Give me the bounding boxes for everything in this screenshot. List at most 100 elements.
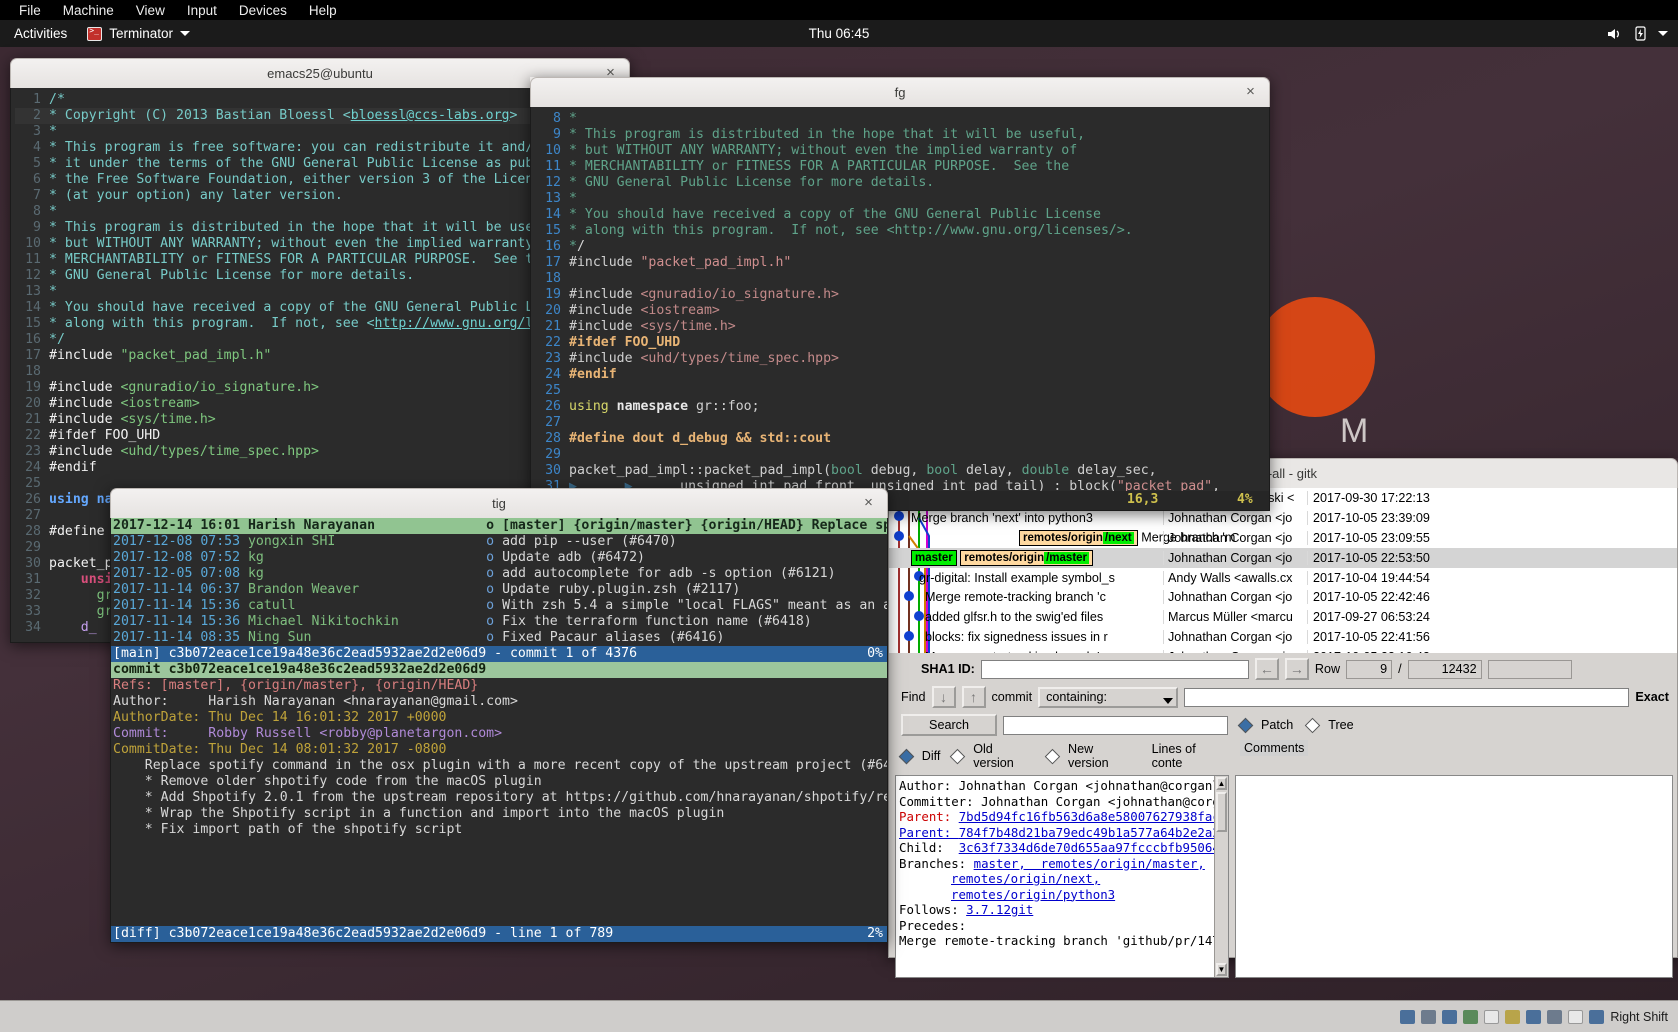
keyboard-icon[interactable]: [1589, 1009, 1605, 1024]
virtualbox-vm-screen: File Machine View Input Devices Help Act…: [0, 0, 1678, 1032]
tig-commit-row[interactable]: 2017-11-14 15:36 Michael Nikitochkin o F…: [111, 614, 887, 630]
gitk-detail-panes: Author: Johnathan Corgan <johnathan@corg…: [889, 773, 1677, 978]
fg-buffer[interactable]: 8 * 9 * This program is distributed in the …: [530, 107, 1270, 511]
next-commit-button[interactable]: →: [1284, 658, 1309, 680]
menu-devices[interactable]: Devices: [228, 3, 298, 18]
fg-titlebar[interactable]: fg ×: [530, 77, 1270, 107]
find-input[interactable]: [1184, 687, 1630, 707]
display-icon[interactable]: [1526, 1009, 1542, 1024]
system-menu-caret-icon[interactable]: [1658, 31, 1668, 36]
tig-commit-detail: Refs: [master], {origin/master}, {origin…: [111, 678, 887, 838]
gitk-commit-row[interactable]: remotes/origin/next Merge branch 'm Johna…: [889, 528, 1677, 548]
network-icon[interactable]: [1463, 1009, 1479, 1024]
code-line: 26 using namespace gr::foo;: [545, 399, 760, 414]
diff-pane-scrollbar[interactable]: ▲ ▼: [1214, 776, 1228, 977]
diff-radio-label[interactable]: Diff: [922, 749, 941, 763]
prev-commit-button[interactable]: ←: [1254, 658, 1279, 680]
gitk-commit-date: 2017-10-05 22:41:56: [1307, 630, 1467, 645]
gitk-window[interactable]: o: --all - gitk < 2017-09-30 17:22:13 Me…: [888, 458, 1678, 978]
tig-detail-line: Refs: [master], {origin/master}, {origin…: [113, 678, 479, 693]
patch-radio-icon[interactable]: [1237, 717, 1254, 733]
tig-main-status-text: [main] c3b072eace1ce19a48e36c2ead5932ae2…: [113, 646, 638, 661]
tig-commit-row[interactable]: 2017-12-08 07:53 yongxin SHI o add pip -…: [111, 534, 887, 550]
search-button[interactable]: Search: [901, 714, 997, 736]
gitk-commit-author: Andy Walls <awalls.cx: [1163, 570, 1300, 585]
fg-window[interactable]: fg × 8 * 9 * This program is distributed in…: [530, 77, 1270, 511]
tig-commit-row[interactable]: 2017-11-14 15:36 catull o With zsh 5.4 a…: [111, 598, 887, 614]
tig-commit-list[interactable]: 2017-12-14 16:01 Harish Narayanan o [mas…: [111, 518, 887, 646]
arrow-up-icon[interactable]: ↑: [961, 686, 986, 708]
mouse-icon[interactable]: [1568, 1009, 1584, 1024]
gitk-commit-message: Merge branch 'next' into python3: [911, 510, 1093, 525]
battery-icon[interactable]: [1635, 26, 1646, 41]
host-key-label: Right Shift: [1610, 1009, 1668, 1024]
menu-input[interactable]: Input: [176, 3, 228, 18]
gitk-comments-pane[interactable]: [1235, 775, 1673, 978]
tig-detail-line: Author: Harish Narayanan <hnarayanan@gma…: [113, 694, 518, 709]
old-version-radio-icon[interactable]: [950, 748, 966, 764]
close-icon[interactable]: ×: [1242, 84, 1259, 101]
tig-commit-row[interactable]: 2017-11-14 08:35 Ning Sun o Fixed Pacaur…: [111, 630, 887, 646]
gitk-commit-row[interactable]: gr-digital: Install example symbol_s Andy…: [889, 568, 1677, 588]
scroll-up-icon[interactable]: ▲: [1216, 777, 1227, 790]
gitk-view-mode-row: Patch Tree: [1234, 711, 1360, 739]
gitk-detail-line: Merge remote-tracking branch 'github/pr/…: [899, 933, 1228, 948]
code-line: 30 packet_pad_impl::packet_pad_impl(bool …: [545, 463, 1157, 478]
gitk-commit-author: Marcus Müller <marcu: [1163, 610, 1300, 625]
tree-radio-icon[interactable]: [1304, 717, 1321, 733]
find-mode-combo[interactable]: containing:: [1038, 686, 1179, 708]
diff-radio-icon[interactable]: [898, 748, 915, 764]
gitk-commit-row[interactable]: added glfsr.h to the swig'ed files Marcus…: [889, 607, 1677, 627]
gitk-commit-message: gr-digital: Install example symbol_s: [919, 570, 1115, 585]
app-menu-terminator[interactable]: Terminator: [79, 26, 198, 41]
code-line: 15 * along with this program. If not, see…: [545, 223, 1133, 238]
tig-commit-row[interactable]: 2017-12-05 07:08 kg o add autocomplete f…: [111, 566, 887, 582]
usb-icon[interactable]: [1484, 1009, 1500, 1024]
scroll-down-icon[interactable]: ▼: [1216, 963, 1227, 976]
patch-radio-label[interactable]: Patch: [1261, 718, 1293, 732]
gitk-detail-line: Child: 3c63f7334d6de70d655aa97fcccbfb950…: [899, 840, 1229, 855]
tree-radio-label[interactable]: Tree: [1328, 718, 1353, 732]
close-icon[interactable]: ×: [860, 495, 877, 512]
gitk-commit-list[interactable]: [grc] additional fixes from merging boke…: [889, 488, 1677, 653]
menu-file[interactable]: File: [8, 3, 52, 18]
sha1-input[interactable]: [980, 659, 1249, 679]
new-version-radio-icon[interactable]: [1044, 748, 1061, 764]
arrow-down-icon[interactable]: ↓: [931, 686, 956, 708]
gitk-comments-tab[interactable]: Comments: [1234, 739, 1309, 773]
scrollbar-thumb[interactable]: [1216, 792, 1227, 832]
menu-machine[interactable]: Machine: [52, 3, 125, 18]
code-line: 12 * GNU General Public License for more …: [545, 175, 935, 190]
gitk-commit-date: 2017-10-05 22:53:50: [1307, 550, 1467, 565]
tig-detail-line: * Fix import path of the shpotify script: [113, 822, 463, 837]
tig-commit-row[interactable]: 2017-12-08 07:52 kg o Update adb (#6472): [111, 550, 887, 566]
floppy-icon[interactable]: [1442, 1009, 1458, 1024]
cd-icon[interactable]: [1421, 1009, 1437, 1024]
hdd-icon[interactable]: [1400, 1009, 1416, 1024]
gitk-commit-row[interactable]: Merge remote-tracking branch 'c Johnathan…: [889, 647, 1677, 653]
recording-icon[interactable]: [1547, 1009, 1563, 1024]
tig-titlebar[interactable]: tig ×: [110, 488, 888, 518]
gitk-commit-row[interactable]: Merge remote-tracking branch 'c Johnathan…: [889, 587, 1677, 607]
code-line: 9 * This program is distributed in the ho…: [553, 127, 1086, 142]
exact-label[interactable]: Exact: [1635, 690, 1671, 704]
activities-button[interactable]: Activities: [0, 26, 79, 41]
tig-commit-row[interactable]: 2017-12-14 16:01 Harish Narayanan o [mas…: [111, 518, 887, 534]
menu-view[interactable]: View: [125, 3, 176, 18]
old-version-label[interactable]: Old version: [973, 742, 1035, 770]
clock[interactable]: Thu 06:45: [0, 26, 1678, 41]
shared-folder-icon[interactable]: [1505, 1009, 1521, 1024]
tig-buffer[interactable]: 2017-12-14 16:01 Harish Narayanan o [mas…: [110, 518, 888, 943]
new-version-label[interactable]: New version: [1068, 742, 1136, 770]
gitk-commit-date: 2017-10-05 23:09:55: [1307, 530, 1467, 545]
code-line: 27: [545, 415, 561, 430]
tig-commit-row[interactable]: 2017-11-14 06:37 Brandon Weaver o Update…: [111, 582, 887, 598]
gitk-diff-pane[interactable]: Author: Johnathan Corgan <johnathan@corg…: [895, 775, 1229, 978]
volume-icon[interactable]: [1607, 27, 1623, 41]
gitk-commit-row[interactable]: blocks: fix signedness issues in r Johnat…: [889, 627, 1677, 647]
gitk-commit-date: 2017-10-05 23:39:09: [1307, 510, 1467, 525]
search-input[interactable]: [1003, 715, 1228, 735]
menu-help[interactable]: Help: [298, 3, 348, 18]
tig-window[interactable]: tig × 2017-12-14 16:01 Harish Narayanan …: [110, 488, 888, 943]
gitk-commit-row[interactable]: master remotes/origin/master Johnathan C…: [889, 547, 1677, 568]
